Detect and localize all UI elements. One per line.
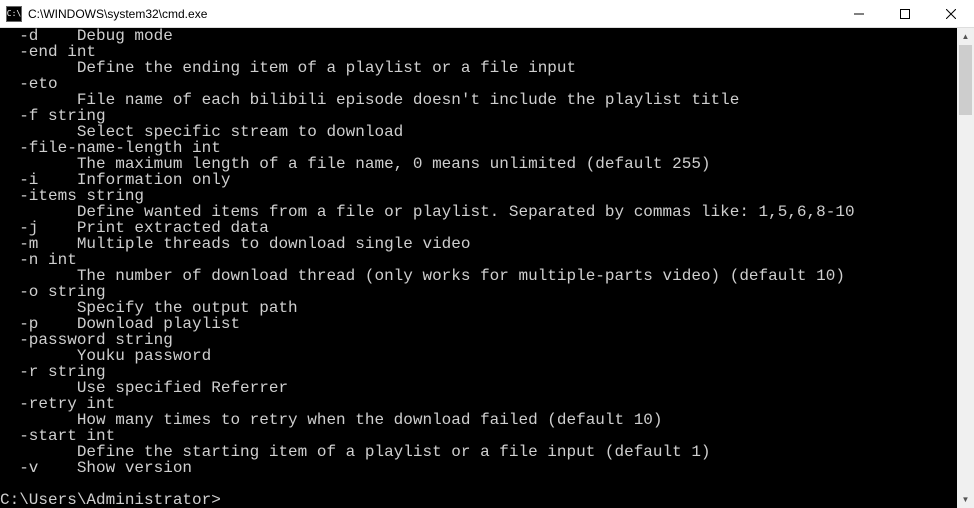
scroll-up-button[interactable]: ▲ (957, 28, 974, 45)
scroll-down-button[interactable]: ▼ (957, 491, 974, 508)
client-area: -d Debug mode -end int Define the ending… (0, 28, 974, 508)
vertical-scrollbar[interactable]: ▲ ▼ (957, 28, 974, 508)
console-output[interactable]: -d Debug mode -end int Define the ending… (0, 28, 957, 508)
maximize-button[interactable] (882, 0, 928, 27)
scroll-track[interactable] (957, 45, 974, 491)
close-button[interactable] (928, 0, 974, 27)
window-controls (836, 0, 974, 27)
minimize-button[interactable] (836, 0, 882, 27)
window-title: C:\WINDOWS\system32\cmd.exe (28, 7, 836, 21)
scroll-thumb[interactable] (959, 45, 972, 115)
cmd-icon: C:\ (6, 6, 22, 22)
window-titlebar: C:\ C:\WINDOWS\system32\cmd.exe (0, 0, 974, 28)
